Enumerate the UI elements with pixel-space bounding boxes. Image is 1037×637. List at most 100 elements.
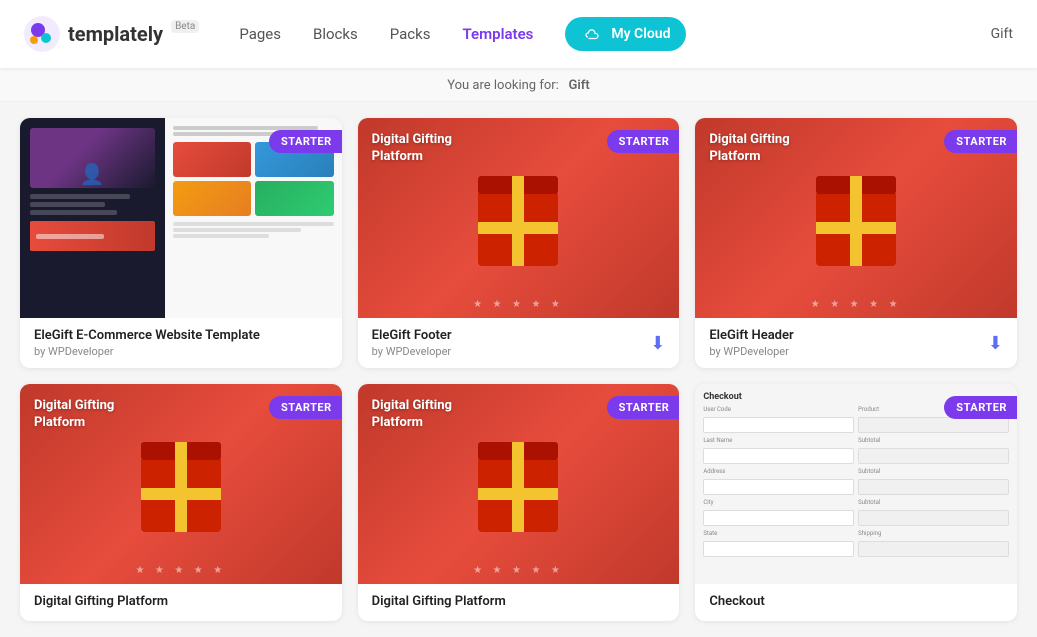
gift-stars-4: ★ ★ ★ ★ ★ xyxy=(20,565,342,576)
beta-badge: Beta xyxy=(171,20,199,33)
thumb-products xyxy=(173,142,334,216)
checkout-field-6 xyxy=(858,417,1009,433)
thumb-product-3 xyxy=(173,181,251,216)
card-elegift-footer: Digital GiftingPlatform ★ ★ ★ ★ ★ STARTE… xyxy=(358,118,680,368)
thumb-footer-rows xyxy=(173,222,334,238)
nav-blocks[interactable]: Blocks xyxy=(313,21,358,47)
checkout-label-3: Address xyxy=(703,468,854,475)
search-bar: You are looking for: Gift xyxy=(0,68,1037,102)
starter-badge-5: STARTER xyxy=(607,396,680,419)
cloud-icon xyxy=(581,23,603,45)
checkout-label-1: User Code xyxy=(703,406,854,413)
card-title-6: Checkout xyxy=(709,594,764,609)
checkout-label-8: Subtotal xyxy=(858,468,1009,475)
download-button-2[interactable]: ⬇ xyxy=(650,333,665,354)
card-digital-gifting-1: Digital GiftingPlatform ★ ★ ★ ★ ★ STARTE… xyxy=(20,384,342,621)
thumb-overlay-4: Digital GiftingPlatform xyxy=(34,398,114,432)
checkout-label-10: Shipping xyxy=(858,530,1009,537)
checkout-field-8 xyxy=(858,479,1009,495)
thumb-checkout-form: User Code Last Name Address City State P… xyxy=(703,406,1009,576)
starter-badge-2: STARTER xyxy=(607,130,680,153)
card-elegift-ecommerce: STARTER EleGift E-Commerce Website Templ… xyxy=(20,118,342,368)
download-button-3[interactable]: ⬇ xyxy=(988,333,1003,354)
my-cloud-button[interactable]: My Cloud xyxy=(565,17,686,51)
main-nav: Pages Blocks Packs Templates My Cloud xyxy=(239,17,990,51)
thumb-left xyxy=(20,118,165,318)
thumb-overlay-5: Digital GiftingPlatform xyxy=(372,398,452,432)
checkout-col-1: User Code Last Name Address City State xyxy=(703,406,854,576)
card-digital-gifting-2: Digital GiftingPlatform ★ ★ ★ ★ ★ STARTE… xyxy=(358,384,680,621)
card-title-3: EleGift Header xyxy=(709,328,793,343)
card-title-4: Digital Gifting Platform xyxy=(34,594,168,609)
ribbon-v-3 xyxy=(850,176,862,266)
thumb-product-1 xyxy=(173,142,251,177)
card-info-3: EleGift Header by WPDeveloper xyxy=(709,328,793,358)
header: templately Beta Pages Blocks Packs Templ… xyxy=(0,0,1037,68)
checkout-label-7: Subtotal xyxy=(858,437,1009,444)
thumb-product-4 xyxy=(255,181,333,216)
card-thumb-digital-2[interactable]: Digital GiftingPlatform ★ ★ ★ ★ ★ STARTE… xyxy=(358,384,680,584)
card-thumb-elegift-footer[interactable]: Digital GiftingPlatform ★ ★ ★ ★ ★ STARTE… xyxy=(358,118,680,318)
checkout-field-4 xyxy=(703,510,854,526)
logo-area: templately Beta xyxy=(24,16,199,52)
card-thumb-elegift-ecommerce[interactable]: STARTER xyxy=(20,118,342,318)
card-thumb-checkout[interactable]: Checkout User Code Last Name Address Cit… xyxy=(695,384,1017,584)
card-author-1: by WPDeveloper xyxy=(34,345,260,358)
thumb-overlay-3: Digital GiftingPlatform xyxy=(709,132,789,166)
card-info-6: Checkout xyxy=(709,594,764,611)
starter-badge-3: STARTER xyxy=(944,130,1017,153)
card-title-2: EleGift Footer xyxy=(372,328,452,343)
nav-packs[interactable]: Packs xyxy=(390,21,431,47)
ribbon-h-2 xyxy=(478,222,558,234)
ribbon-h-4 xyxy=(141,488,221,500)
card-author-2: by WPDeveloper xyxy=(372,345,452,358)
card-thumb-digital-1[interactable]: Digital GiftingPlatform ★ ★ ★ ★ ★ STARTE… xyxy=(20,384,342,584)
ribbon-v-5 xyxy=(512,442,524,532)
card-elegift-header: Digital GiftingPlatform ★ ★ ★ ★ ★ STARTE… xyxy=(695,118,1017,368)
search-area: Gift xyxy=(991,26,1013,42)
ribbon-v-4 xyxy=(175,442,187,532)
thumb-banner xyxy=(30,221,155,251)
search-keyword: Gift xyxy=(569,78,590,93)
gift-box-2 xyxy=(478,191,558,266)
my-cloud-label: My Cloud xyxy=(611,26,670,42)
checkout-field-7 xyxy=(858,448,1009,464)
card-footer-1: EleGift E-Commerce Website Template by W… xyxy=(20,318,342,368)
card-thumb-elegift-header[interactable]: Digital GiftingPlatform ★ ★ ★ ★ ★ STARTE… xyxy=(695,118,1017,318)
ribbon-v-2 xyxy=(512,176,524,266)
gift-stars-3: ★ ★ ★ ★ ★ xyxy=(695,299,1017,310)
search-prefix: You are looking for: xyxy=(447,78,559,93)
checkout-label-4: City xyxy=(703,499,854,506)
card-info-2: EleGift Footer by WPDeveloper xyxy=(372,328,452,358)
checkout-field-9 xyxy=(858,510,1009,526)
search-value[interactable]: Gift xyxy=(991,26,1013,42)
ribbon-h-3 xyxy=(816,222,896,234)
checkout-field-2 xyxy=(703,448,854,464)
card-info-1: EleGift E-Commerce Website Template by W… xyxy=(34,328,260,358)
gift-stars-2: ★ ★ ★ ★ ★ xyxy=(358,299,680,310)
card-checkout: Checkout User Code Last Name Address Cit… xyxy=(695,384,1017,621)
logo-text: templately xyxy=(68,22,163,46)
checkout-col-2: Product Subtotal Subtotal Subtotal Shipp… xyxy=(858,406,1009,576)
nav-templates[interactable]: Templates xyxy=(463,21,534,47)
card-info-4: Digital Gifting Platform xyxy=(34,594,168,611)
gift-box-3 xyxy=(816,191,896,266)
starter-badge-1: STARTER xyxy=(269,130,342,153)
logo-icon xyxy=(24,16,60,52)
gift-stars-5: ★ ★ ★ ★ ★ xyxy=(358,565,680,576)
card-footer-3: EleGift Header by WPDeveloper ⬇ xyxy=(695,318,1017,368)
checkout-label-5: State xyxy=(703,530,854,537)
checkout-label-9: Subtotal xyxy=(858,499,1009,506)
card-title-5: Digital Gifting Platform xyxy=(372,594,506,609)
card-footer-4: Digital Gifting Platform xyxy=(20,584,342,621)
thumb-overlay-2: Digital GiftingPlatform xyxy=(372,132,452,166)
starter-badge-6: STARTER xyxy=(944,396,1017,419)
card-author-3: by WPDeveloper xyxy=(709,345,793,358)
checkout-field-10 xyxy=(858,541,1009,557)
card-footer-6: Checkout xyxy=(695,584,1017,621)
card-title-1: EleGift E-Commerce Website Template xyxy=(34,328,260,343)
card-footer-5: Digital Gifting Platform xyxy=(358,584,680,621)
checkout-field-5 xyxy=(703,541,854,557)
checkout-field-1 xyxy=(703,417,854,433)
nav-pages[interactable]: Pages xyxy=(239,21,281,47)
